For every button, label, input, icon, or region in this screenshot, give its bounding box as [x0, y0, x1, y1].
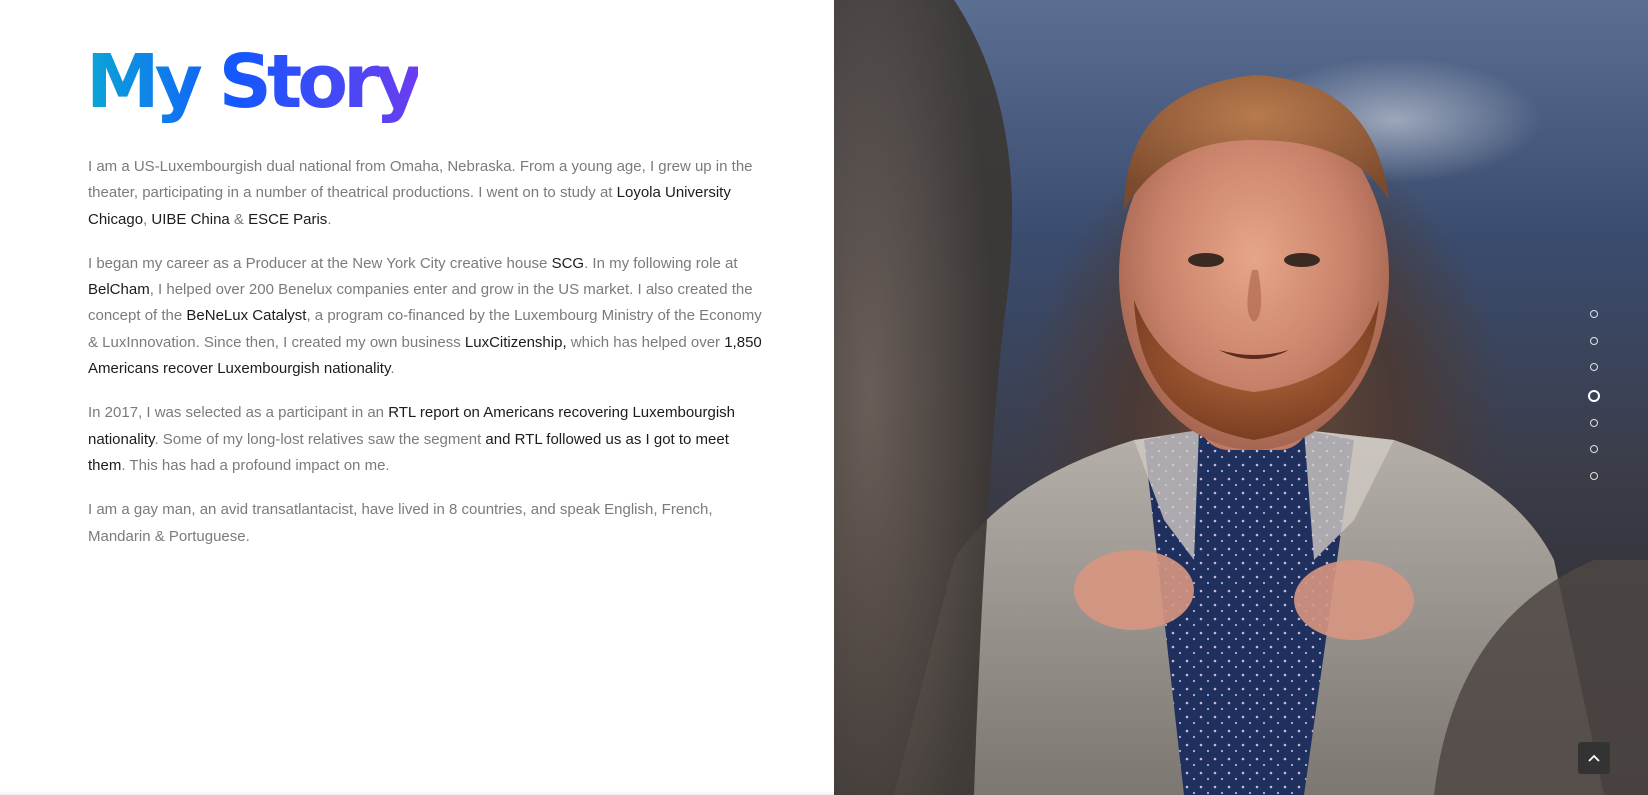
page-title: My Story	[86, 32, 423, 132]
bottom-shadow	[0, 791, 834, 795]
text-span: I am a gay man, an avid transatlantacist…	[88, 501, 713, 545]
section-dot[interactable]	[1590, 418, 1598, 427]
text-span: . Some of my long-lost relatives saw the…	[154, 430, 486, 448]
text-span: &	[229, 210, 249, 228]
text-span: . This has had a profound impact on me.	[121, 456, 390, 474]
story-paragraph-education: I am a US-Luxembourgish dual national fr…	[88, 154, 768, 233]
section-dot[interactable]	[1590, 310, 1598, 318]
portrait-photo	[834, 0, 1648, 795]
link-benelux-catalyst[interactable]: BeNeLux Catalyst	[186, 307, 306, 324]
section-dot[interactable]	[1590, 472, 1598, 481]
text-span: .	[390, 360, 395, 378]
section-dot[interactable]	[1590, 336, 1598, 345]
portrait-illustration	[834, 0, 1648, 795]
section-dot-active[interactable]	[1588, 390, 1600, 403]
section-dot[interactable]	[1590, 363, 1598, 372]
link-uibe-china[interactable]: UIBE China	[151, 211, 229, 228]
text-span: . In my following role at	[584, 254, 738, 272]
left-content-panel: My Story I am a US-Luxembourgish dual na…	[0, 0, 834, 795]
story-paragraph-career: I began my career as a Producer at the N…	[88, 251, 768, 382]
text-span: which has helped over	[566, 333, 725, 351]
link-esce-paris[interactable]: ESCE Paris	[248, 211, 327, 228]
text-span: .	[327, 210, 332, 228]
chevron-up-icon	[1588, 754, 1600, 762]
section-navigation-dots	[1587, 310, 1601, 499]
section-dot[interactable]	[1590, 445, 1598, 454]
text-span: I began my career as a Producer at the N…	[88, 254, 552, 272]
back-to-top-button[interactable]	[1578, 742, 1610, 774]
story-paragraph-rtl: In 2017, I was selected as a participant…	[88, 400, 768, 479]
link-belcham[interactable]: BelCham	[88, 281, 150, 298]
story-paragraph-personal: I am a gay man, an avid transatlantacist…	[88, 497, 768, 550]
story-text: I am a US-Luxembourgish dual national fr…	[88, 154, 768, 568]
link-luxcitizenship[interactable]: LuxCitizenship,	[465, 334, 567, 351]
text-span: In 2017, I was selected as a participant…	[88, 404, 389, 422]
link-scg[interactable]: SCG	[552, 255, 585, 272]
